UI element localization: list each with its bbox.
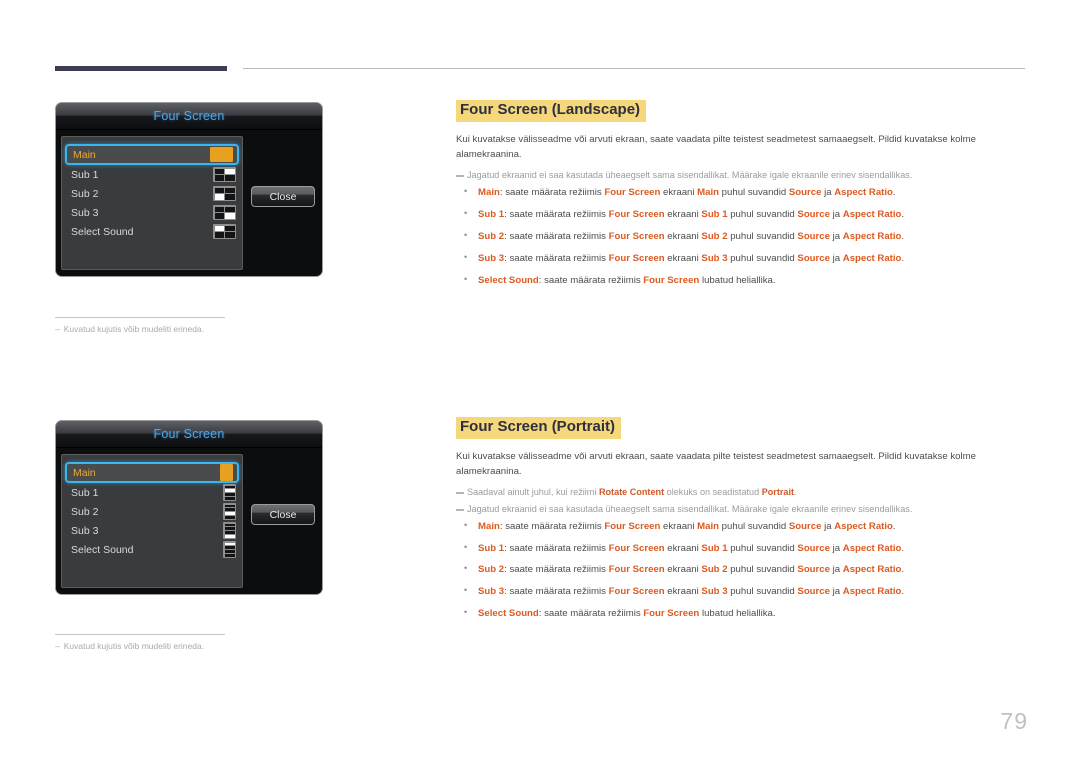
strip-all-highlight-icon bbox=[220, 464, 233, 481]
quad-bottom-right-highlight-icon bbox=[213, 205, 236, 220]
list-item: Sub 3: saate määrata režiimis Four Scree… bbox=[456, 584, 1026, 600]
header-accent-bar bbox=[55, 66, 227, 71]
section-note: Saadaval ainult juhul, kui režiimi Rotat… bbox=[456, 486, 1026, 500]
note-dash: ‒ bbox=[55, 324, 60, 334]
osd-menu-list: Main Sub 1 Sub 2 Sub 3 Select Sound bbox=[61, 136, 243, 270]
osd-dialog-landscape: Four Screen Main Sub 1 Sub 2 Sub 3 Selec… bbox=[55, 102, 323, 277]
osd-row-sub-1[interactable]: Sub 1 bbox=[62, 483, 242, 502]
section-bullets: Main: saate määrata režiimis Four Screen… bbox=[456, 519, 1026, 622]
osd-body: Main Sub 1 Sub 2 Sub 3 Select Sound Clos… bbox=[56, 130, 322, 276]
figure-note-landscape: ‒ Kuvatud kujutis võib mudeliti erineda. bbox=[55, 324, 204, 334]
osd-row-sub-2[interactable]: Sub 2 bbox=[62, 502, 242, 521]
figure-note-rule bbox=[55, 317, 225, 318]
list-item: Main: saate määrata režiimis Four Screen… bbox=[456, 185, 1026, 201]
quad-top-left-highlight-icon bbox=[213, 224, 236, 239]
list-item: Sub 2: saate määrata režiimis Four Scree… bbox=[456, 562, 1026, 578]
osd-row-sub-2[interactable]: Sub 2 bbox=[62, 184, 242, 203]
note-dash: ‒ bbox=[55, 641, 60, 651]
osd-row-label: Sub 1 bbox=[71, 486, 99, 499]
osd-row-label: Select Sound bbox=[71, 225, 134, 238]
osd-row-label: Sub 3 bbox=[71, 206, 99, 219]
osd-row-select-sound[interactable]: Select Sound bbox=[62, 222, 242, 241]
strip-bar1-highlight-icon bbox=[223, 541, 236, 558]
page-title-landscape: Four Screen (Landscape) bbox=[456, 100, 647, 122]
section-note: Jagatud ekraanid ei saa kasutada üheaegs… bbox=[456, 169, 1026, 183]
osd-title: Four Screen bbox=[153, 427, 225, 441]
section-bullets: Main: saate määrata režiimis Four Screen… bbox=[456, 185, 1026, 289]
osd-row-sub-1[interactable]: Sub 1 bbox=[62, 165, 242, 184]
strip-bar3-highlight-icon bbox=[223, 503, 236, 520]
list-item: Sub 1: saate määrata režiimis Four Scree… bbox=[456, 541, 1026, 557]
osd-titlebar: Four Screen bbox=[56, 103, 322, 130]
osd-row-label: Main bbox=[73, 466, 96, 479]
section-four-screen-portrait: Four Screen (Portrait) Kui kuvatakse väl… bbox=[456, 417, 1026, 629]
figure-note-portrait: ‒ Kuvatud kujutis võib mudeliti erineda. bbox=[55, 641, 204, 651]
osd-right-pane: Close bbox=[243, 454, 317, 588]
osd-row-label: Main bbox=[73, 148, 96, 161]
osd-body: Main Sub 1 Sub 2 Sub 3 Select Sound Clos… bbox=[56, 448, 322, 594]
osd-menu-list: Main Sub 1 Sub 2 Sub 3 Select Sound bbox=[61, 454, 243, 588]
section-four-screen-landscape: Four Screen (Landscape) Kui kuvatakse vä… bbox=[456, 100, 1026, 295]
quad-top-right-highlight-icon bbox=[213, 167, 236, 182]
osd-row-main[interactable]: Main bbox=[65, 144, 239, 165]
page-number: 79 bbox=[1000, 708, 1028, 734]
section-notes: Saadaval ainult juhul, kui režiimi Rotat… bbox=[456, 486, 1026, 516]
list-item: Sub 3: saate määrata režiimis Four Scree… bbox=[456, 251, 1026, 267]
note-text: Kuvatud kujutis võib mudeliti erineda. bbox=[63, 324, 205, 334]
note-text: Kuvatud kujutis võib mudeliti erineda. bbox=[63, 641, 205, 651]
quad-all-highlight-icon bbox=[210, 147, 233, 162]
osd-row-label: Sub 1 bbox=[71, 168, 99, 181]
osd-row-main[interactable]: Main bbox=[65, 462, 239, 483]
quad-bottom-left-highlight-icon bbox=[213, 186, 236, 201]
osd-row-label: Sub 2 bbox=[71, 187, 99, 200]
osd-titlebar: Four Screen bbox=[56, 421, 322, 448]
osd-title: Four Screen bbox=[153, 109, 225, 123]
osd-row-label: Select Sound bbox=[71, 543, 134, 556]
section-notes: Jagatud ekraanid ei saa kasutada üheaegs… bbox=[456, 169, 1026, 183]
osd-row-sub-3[interactable]: Sub 3 bbox=[62, 203, 242, 222]
osd-dialog-portrait: Four Screen Main Sub 1 Sub 2 Sub 3 Selec… bbox=[55, 420, 323, 595]
page-title-portrait: Four Screen (Portrait) bbox=[456, 417, 622, 439]
section-intro: Kui kuvatakse välisseadme või arvuti ekr… bbox=[456, 133, 976, 160]
list-item: Select Sound: saate määrata režiimis Fou… bbox=[456, 606, 1026, 622]
osd-row-label: Sub 2 bbox=[71, 505, 99, 518]
section-intro: Kui kuvatakse välisseadme või arvuti ekr… bbox=[456, 450, 976, 477]
osd-row-label: Sub 3 bbox=[71, 524, 99, 537]
osd-row-sub-3[interactable]: Sub 3 bbox=[62, 521, 242, 540]
header-divider-line bbox=[243, 68, 1025, 69]
osd-right-pane: Close bbox=[243, 136, 317, 270]
list-item: Main: saate määrata režiimis Four Screen… bbox=[456, 519, 1026, 535]
close-button[interactable]: Close bbox=[251, 186, 315, 207]
list-item: Sub 2: saate määrata režiimis Four Scree… bbox=[456, 229, 1026, 245]
osd-row-select-sound[interactable]: Select Sound bbox=[62, 540, 242, 559]
list-item: Sub 1: saate määrata režiimis Four Scree… bbox=[456, 207, 1026, 223]
section-note: Jagatud ekraanid ei saa kasutada üheaegs… bbox=[456, 503, 1026, 517]
list-item: Select Sound: saate määrata režiimis Fou… bbox=[456, 273, 1026, 289]
close-button[interactable]: Close bbox=[251, 504, 315, 525]
strip-bar4-highlight-icon bbox=[223, 522, 236, 539]
figure-note-rule bbox=[55, 634, 225, 635]
strip-bar2-highlight-icon bbox=[223, 484, 236, 501]
